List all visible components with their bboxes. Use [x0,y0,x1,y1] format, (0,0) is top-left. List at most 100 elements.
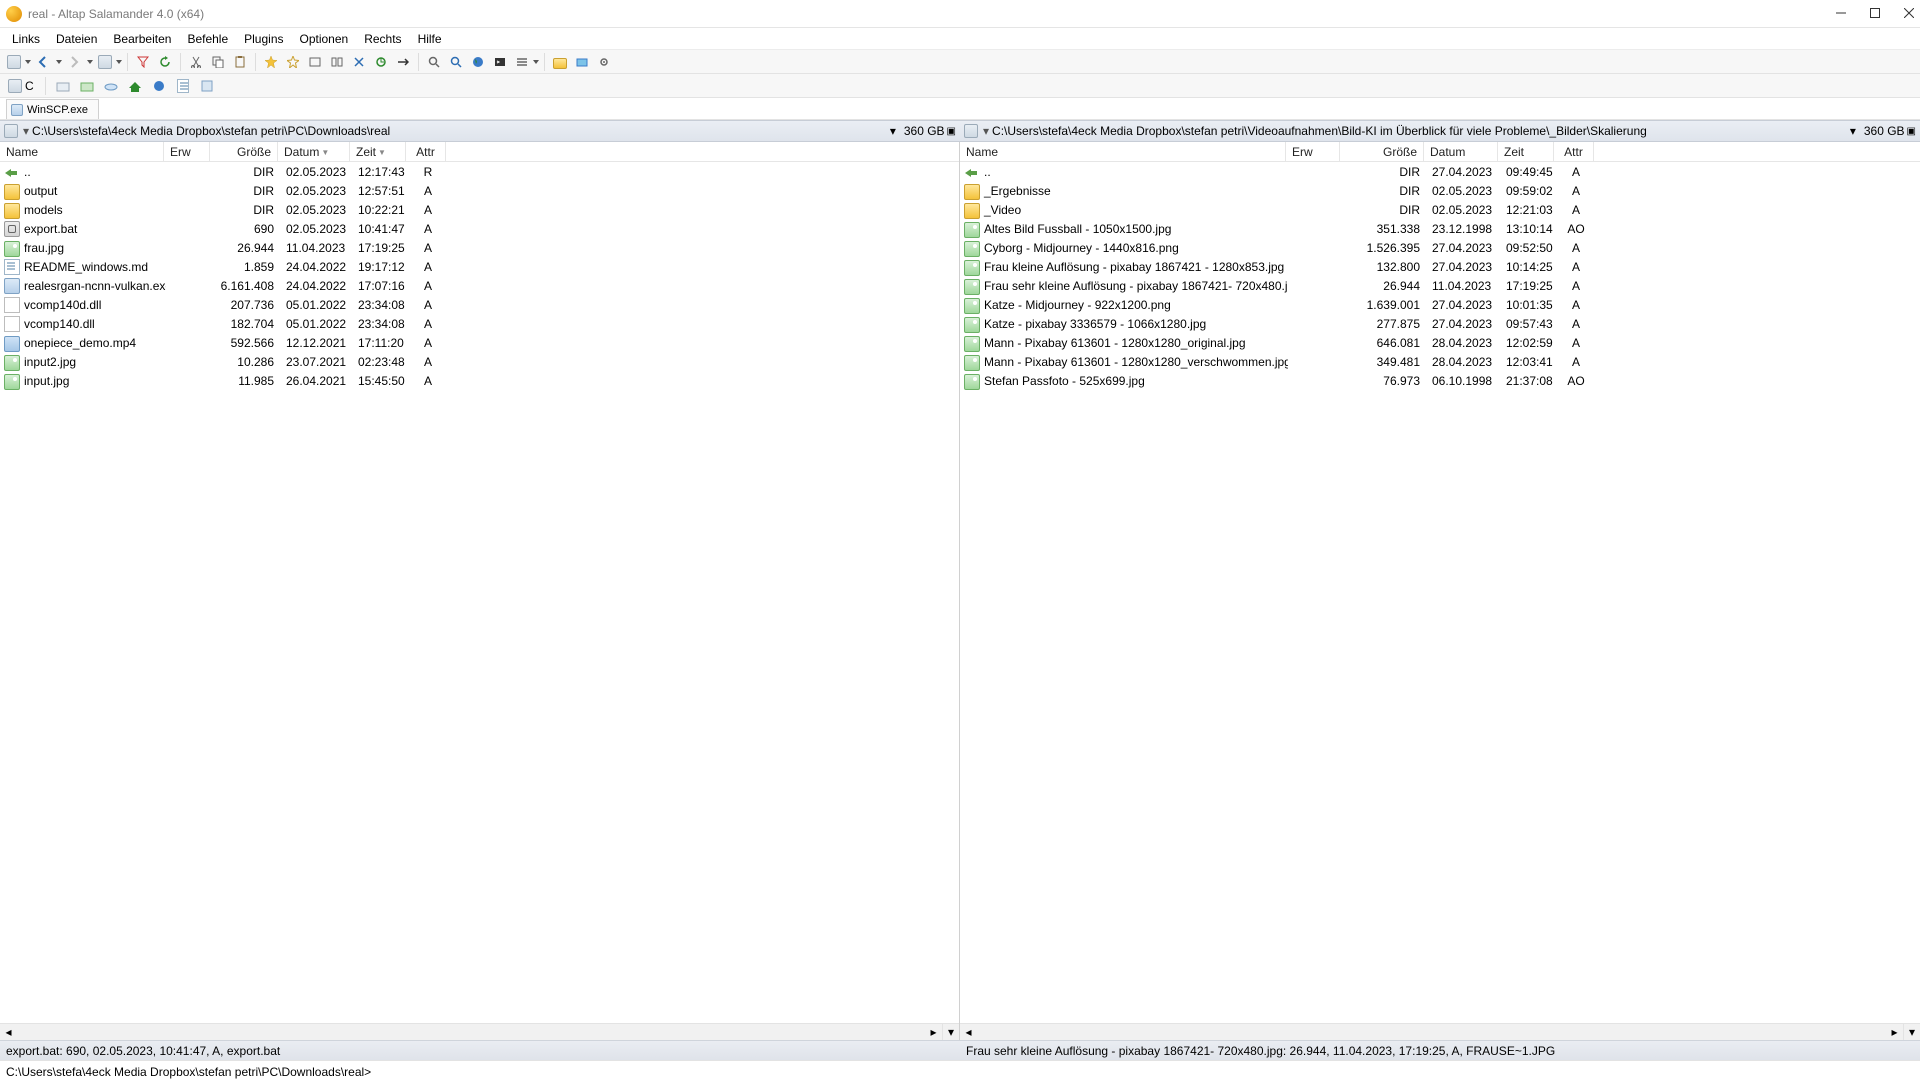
col-size[interactable]: Größe [1340,142,1424,161]
tool-icon-1[interactable] [305,52,325,72]
copy-button[interactable] [208,52,228,72]
check-icon[interactable] [572,52,592,72]
cut-button[interactable] [186,52,206,72]
left-free-icon[interactable]: ▣ [947,126,956,137]
scroll-right-icon[interactable]: ▸ [1886,1024,1903,1041]
drive-left-dd[interactable] [4,52,31,72]
newfolder-icon[interactable] [550,52,570,72]
file-row[interactable]: export.bat69002.05.202310:41:47A [0,219,959,238]
file-row[interactable]: _ErgebnisseDIR02.05.202309:59:02A [960,181,1920,200]
right-file-list[interactable]: ..DIR27.04.202309:49:45A_ErgebnisseDIR02… [960,162,1920,1023]
menu-optionen[interactable]: Optionen [292,28,357,49]
file-row[interactable]: Altes Bild Fussball - 1050x1500.jpg351.3… [960,219,1920,238]
col-name[interactable]: Name [960,142,1286,161]
tool-icon-2[interactable] [327,52,347,72]
left-file-list[interactable]: ..DIR02.05.202312:17:43RoutputDIR02.05.2… [0,162,959,1023]
drive-c-button[interactable]: C [4,76,38,96]
file-row[interactable]: README_windows.md1.85924.04.202219:17:12… [0,257,959,276]
drive-app-icon[interactable] [197,76,217,96]
file-row[interactable]: Stefan Passfoto - 525x699.jpg76.97306.10… [960,371,1920,390]
left-hscroll[interactable]: ◂ ▸ [0,1023,942,1040]
drive-net-icon[interactable] [149,76,169,96]
menu-plugins[interactable]: Plugins [236,28,291,49]
left-path-dd[interactable]: ▾ [888,124,898,138]
drive-right-dd[interactable] [95,52,122,72]
gear-icon[interactable] [594,52,614,72]
col-time[interactable]: Zeit [1498,142,1554,161]
search-icon[interactable] [424,52,444,72]
winscp-tab[interactable]: WinSCP.exe [6,99,99,119]
menu-rechts[interactable]: Rechts [356,28,409,49]
drive-home-icon[interactable] [125,76,145,96]
minimize-button[interactable] [1836,7,1846,21]
menu-bearbeiten[interactable]: Bearbeiten [105,28,179,49]
scroll-left-icon[interactable]: ◂ [960,1024,977,1041]
col-date[interactable]: Datum [1424,142,1498,161]
right-path-bar[interactable]: ▾ C:\Users\stefa\4eck Media Dropbox\stef… [960,120,1920,142]
star1-icon[interactable] [261,52,281,72]
forward-button[interactable] [64,52,84,72]
file-row[interactable]: Katze - pixabay 3336579 - 1066x1280.jpg2… [960,314,1920,333]
file-row[interactable]: input.jpg11.98526.04.202115:45:50A [0,371,959,390]
forward-dd[interactable] [86,52,93,72]
menu-dateien[interactable]: Dateien [48,28,105,49]
col-date[interactable]: Datum▼ [278,142,350,161]
zoom-icon[interactable] [446,52,466,72]
scroll-left-icon[interactable]: ◂ [0,1024,17,1041]
file-row[interactable]: Frau sehr kleine Auflösung - pixabay 186… [960,276,1920,295]
file-row[interactable]: frau.jpg26.94411.04.202317:19:25A [0,238,959,257]
refresh-button[interactable] [155,52,175,72]
cell: 02.05.2023 [280,222,352,236]
col-attr[interactable]: Attr [1554,142,1594,161]
col-size[interactable]: Größe [210,142,278,161]
file-row[interactable]: modelsDIR02.05.202310:22:21A [0,200,959,219]
right-free-icon[interactable]: ▣ [1907,126,1916,137]
col-name[interactable]: Name [0,142,164,161]
col-erw[interactable]: Erw [1286,142,1340,161]
col-time[interactable]: Zeit▼ [350,142,406,161]
back-dd[interactable] [55,52,62,72]
terminal-icon[interactable] [490,52,510,72]
tool-icon-3[interactable] [349,52,369,72]
file-row[interactable]: vcomp140d.dll207.73605.01.202223:34:08A [0,295,959,314]
back-button[interactable] [33,52,53,72]
close-button[interactable] [1904,7,1914,21]
paste-button[interactable] [230,52,250,72]
file-row[interactable]: realesrgan-ncnn-vulkan.exe6.161.40824.04… [0,276,959,295]
right-path-dd[interactable]: ▾ [1848,124,1858,138]
file-row[interactable]: outputDIR02.05.202312:57:51A [0,181,959,200]
tool-icon-5[interactable] [393,52,413,72]
file-row[interactable]: Frau kleine Auflösung - pixabay 1867421 … [960,257,1920,276]
left-path-bar[interactable]: ▾ C:\Users\stefa\4eck Media Dropbox\stef… [0,120,960,142]
menu-befehle[interactable]: Befehle [179,28,236,49]
col-attr[interactable]: Attr [406,142,446,161]
file-row[interactable]: ..DIR02.05.202312:17:43R [0,162,959,181]
right-hscroll[interactable]: ◂ ▸ [960,1023,1903,1040]
drive-icon-3[interactable] [77,76,97,96]
file-row[interactable]: onepiece_demo.mp4592.56612.12.202117:11:… [0,333,959,352]
star2-icon[interactable] [283,52,303,72]
col-erw[interactable]: Erw [164,142,210,161]
file-row[interactable]: Mann - Pixabay 613601 - 1280x1280_versch… [960,352,1920,371]
left-vscroll-down[interactable]: ▾ [942,1023,959,1040]
menu-links[interactable]: Links [4,28,48,49]
file-row[interactable]: ..DIR27.04.202309:49:45A [960,162,1920,181]
file-row[interactable]: _VideoDIR02.05.202312:21:03A [960,200,1920,219]
filter-button[interactable] [133,52,153,72]
menu-hilfe[interactable]: Hilfe [410,28,450,49]
right-vscroll-down[interactable]: ▾ [1903,1023,1920,1040]
maximize-button[interactable] [1870,7,1880,21]
file-row[interactable]: Cyborg - Midjourney - 1440x816.png1.526.… [960,238,1920,257]
tool-icon-4[interactable] [371,52,391,72]
file-row[interactable]: Mann - Pixabay 613601 - 1280x1280_origin… [960,333,1920,352]
file-row[interactable]: vcomp140.dll182.70405.01.202223:34:08A [0,314,959,333]
scroll-right-icon[interactable]: ▸ [925,1024,942,1041]
command-line[interactable]: C:\Users\stefa\4eck Media Dropbox\stefan… [0,1060,1920,1080]
drive-doc-icon[interactable] [173,76,193,96]
globe-icon[interactable] [468,52,488,72]
drive-cloud-icon[interactable] [101,76,121,96]
list-dd[interactable] [512,52,539,72]
file-row[interactable]: input2.jpg10.28623.07.202102:23:48A [0,352,959,371]
file-row[interactable]: Katze - Midjourney - 922x1200.png1.639.0… [960,295,1920,314]
drive-icon-2[interactable] [53,76,73,96]
